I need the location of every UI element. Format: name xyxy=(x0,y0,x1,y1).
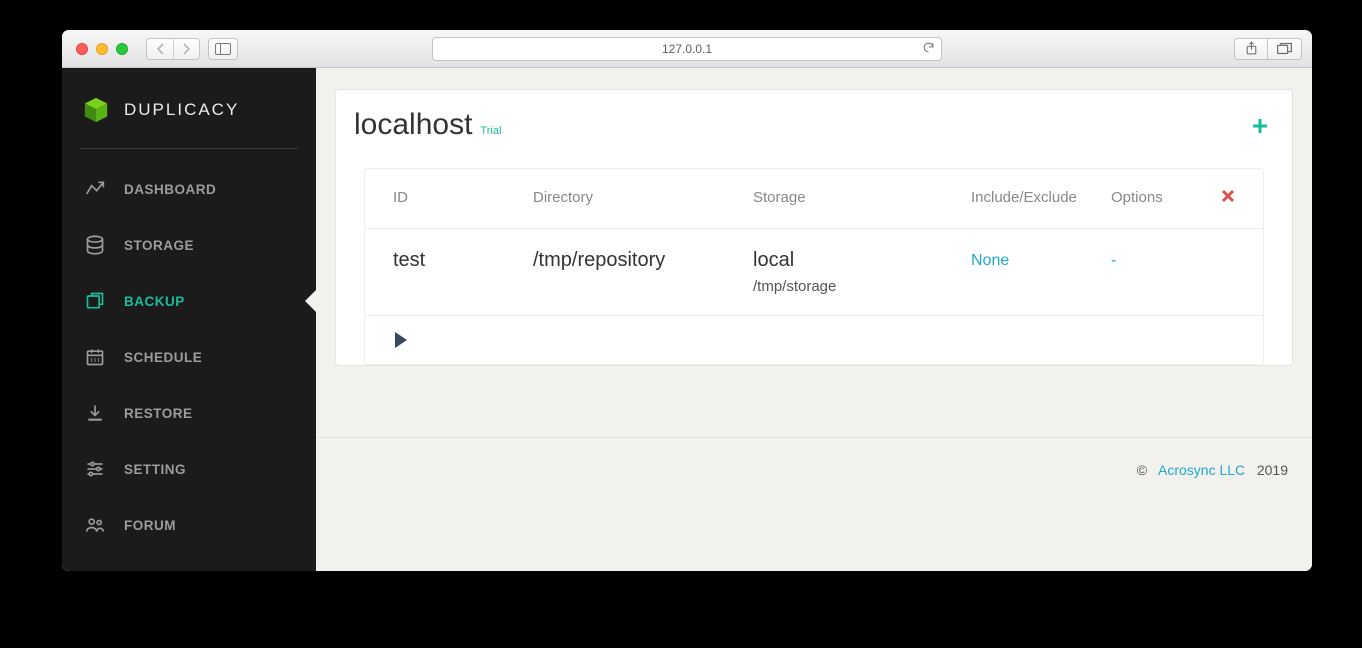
col-id: ID xyxy=(393,189,533,208)
col-include-exclude: Include/Exclude xyxy=(971,189,1111,208)
sidebar-item-restore[interactable]: RESTORE xyxy=(62,385,316,441)
browser-url-bar[interactable]: 127.0.0.1 xyxy=(432,37,942,61)
sidebar-item-label: RESTORE xyxy=(124,406,193,421)
backup-table: ID Directory Storage Include/Exclude Opt… xyxy=(364,168,1264,365)
browser-toolbar-right xyxy=(1234,38,1302,60)
browser-forward-button[interactable] xyxy=(173,39,199,59)
panel-header: localhost Trial xyxy=(336,90,1292,152)
page: DUPLICACY DASHBOARD STORAGE xyxy=(62,68,1312,571)
table-header-row: ID Directory Storage Include/Exclude Opt… xyxy=(365,169,1263,229)
backup-panel: localhost Trial ID Directory Storage Inc xyxy=(336,90,1292,365)
sidebar-item-backup[interactable]: BACKUP xyxy=(62,273,316,329)
panel-title: localhost Trial xyxy=(354,108,501,142)
col-storage: Storage xyxy=(753,189,971,208)
backup-icon xyxy=(84,291,106,311)
sidebar-item-label: SETTING xyxy=(124,462,186,477)
storage-path: /tmp/storage xyxy=(753,278,971,295)
browser-back-button[interactable] xyxy=(147,39,173,59)
col-directory: Directory xyxy=(533,189,753,208)
host-name: localhost xyxy=(354,108,472,142)
sidebar-item-storage[interactable]: STORAGE xyxy=(62,217,316,273)
cell-id: test xyxy=(393,249,533,272)
main-content: localhost Trial ID Directory Storage Inc xyxy=(316,68,1312,571)
reload-icon[interactable] xyxy=(922,41,935,57)
browser-sidebar-toggle[interactable] xyxy=(208,38,238,60)
forum-icon xyxy=(84,515,106,535)
app-sidebar: DUPLICACY DASHBOARD STORAGE xyxy=(62,68,316,571)
window-close-button[interactable] xyxy=(76,43,88,55)
sidebar-item-label: STORAGE xyxy=(124,238,194,253)
copyright-year: 2019 xyxy=(1257,462,1288,478)
cell-directory: /tmp/repository xyxy=(533,249,753,272)
storage-name: local xyxy=(753,249,971,272)
storage-icon xyxy=(84,235,106,255)
sidebar-item-schedule[interactable]: SCHEDULE xyxy=(62,329,316,385)
dashboard-icon xyxy=(84,179,106,199)
brand-logo-icon xyxy=(82,96,110,124)
browser-url-text: 127.0.0.1 xyxy=(662,42,712,56)
footer: © Acrosync LLC 2019 xyxy=(316,438,1312,478)
share-button[interactable] xyxy=(1234,38,1268,60)
divider xyxy=(80,148,298,149)
brand-title: DUPLICACY xyxy=(124,100,239,120)
copyright-symbol: © xyxy=(1137,462,1147,478)
license-tag: Trial xyxy=(480,125,501,137)
col-options: Options xyxy=(1111,189,1205,208)
window-minimize-button[interactable] xyxy=(96,43,108,55)
sidebar-item-label: DASHBOARD xyxy=(124,182,216,197)
sidebar-item-label: BACKUP xyxy=(124,294,185,309)
cell-storage: local /tmp/storage xyxy=(753,249,971,295)
table-footer xyxy=(365,316,1263,364)
browser-nav-buttons xyxy=(146,38,200,60)
sidebar-item-dashboard[interactable]: DASHBOARD xyxy=(62,161,316,217)
run-backup-button[interactable] xyxy=(395,332,407,348)
tabs-button[interactable] xyxy=(1268,38,1302,60)
setting-icon xyxy=(84,459,106,479)
sidebar-item-label: SCHEDULE xyxy=(124,350,202,365)
browser-titlebar: 127.0.0.1 xyxy=(62,30,1312,68)
sidebar-item-setting[interactable]: SETTING xyxy=(62,441,316,497)
restore-icon xyxy=(84,403,106,423)
include-exclude-link[interactable]: None xyxy=(971,252,1009,269)
options-link[interactable]: - xyxy=(1111,252,1116,269)
traffic-lights xyxy=(62,43,128,55)
window-zoom-button[interactable] xyxy=(116,43,128,55)
brand: DUPLICACY xyxy=(62,86,316,144)
schedule-icon xyxy=(84,347,106,367)
company-link[interactable]: Acrosync LLC xyxy=(1158,462,1245,478)
sidebar-nav: DASHBOARD STORAGE BACKUP xyxy=(62,161,316,553)
sidebar-item-forum[interactable]: FORUM xyxy=(62,497,316,553)
table-row: test /tmp/repository local /tmp/storage … xyxy=(365,229,1263,316)
sidebar-item-label: FORUM xyxy=(124,518,176,533)
add-backup-button[interactable] xyxy=(1252,118,1268,139)
browser-window: 127.0.0.1 xyxy=(62,30,1312,571)
delete-all-icon[interactable] xyxy=(1221,190,1235,207)
